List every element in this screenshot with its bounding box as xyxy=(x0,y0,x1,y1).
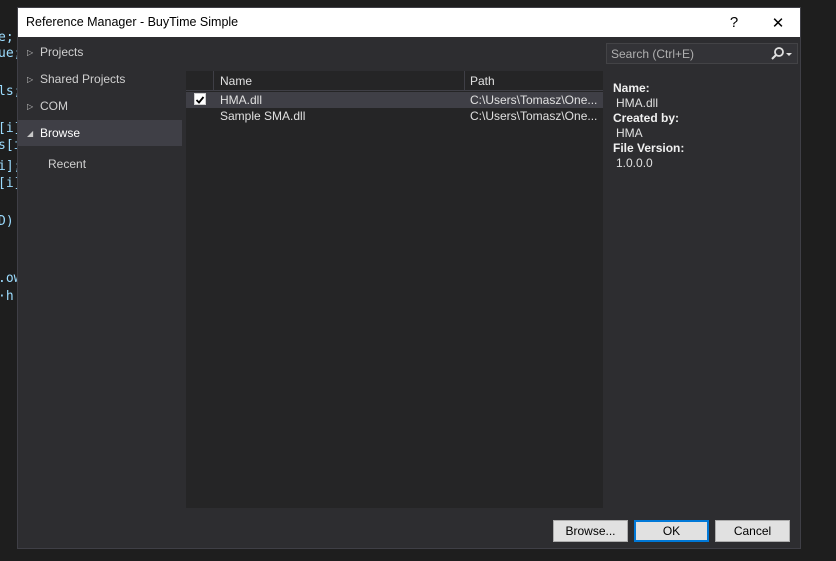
nav-item-projects[interactable]: ▷ Projects xyxy=(18,39,182,65)
expand-arrow-icon[interactable]: ▷ xyxy=(27,75,35,84)
nav-item-recent[interactable]: Recent xyxy=(48,157,86,171)
grid-header: Name Path xyxy=(186,71,603,91)
chevron-down-icon xyxy=(786,53,792,56)
close-button[interactable]: ✕ xyxy=(756,8,800,37)
created-by-label: Created by: xyxy=(613,111,680,125)
row-path: C:\Users\Tomasz\One... xyxy=(470,93,598,107)
expand-arrow-icon[interactable]: ▷ xyxy=(27,48,35,57)
reference-checkbox[interactable] xyxy=(194,93,206,105)
search-icon[interactable] xyxy=(767,45,795,63)
row-name: Sample SMA.dll xyxy=(220,109,306,123)
code-line: D) xyxy=(0,214,14,229)
collapse-arrow-icon[interactable]: ◢ xyxy=(27,129,35,138)
row-name: HMA.dll xyxy=(220,93,263,107)
nav-item-browse[interactable]: ◢ Browse xyxy=(18,120,182,146)
column-divider[interactable] xyxy=(464,71,465,91)
category-nav: ▷ Projects ▷ Shared Projects ▷ COM ◢ Bro… xyxy=(18,37,186,515)
code-line: ·h xyxy=(0,289,14,304)
expand-arrow-icon[interactable]: ▷ xyxy=(27,102,35,111)
name-label: Name: xyxy=(613,81,650,95)
row-path: C:\Users\Tomasz\One... xyxy=(470,109,598,123)
browse-button[interactable]: Browse... xyxy=(553,520,628,542)
cancel-button[interactable]: Cancel xyxy=(715,520,790,542)
title-bar[interactable]: Reference Manager - BuyTime Simple ? ✕ xyxy=(18,8,800,37)
help-button[interactable]: ? xyxy=(712,8,756,37)
nav-item-label: Browse xyxy=(40,126,81,140)
file-version-label: File Version: xyxy=(613,141,685,155)
table-row[interactable]: HMA.dll C:\Users\Tomasz\One... xyxy=(186,92,603,108)
nav-item-com[interactable]: ▷ COM xyxy=(18,93,182,119)
reference-manager-dialog: Reference Manager - BuyTime Simple ? ✕ ▷… xyxy=(17,7,801,549)
reference-list[interactable]: Name Path HMA.dll C:\Users\Tomasz\One...… xyxy=(186,71,603,508)
nav-item-shared-projects[interactable]: ▷ Shared Projects xyxy=(18,66,182,92)
created-by-value: HMA xyxy=(616,126,643,140)
nav-item-label: Shared Projects xyxy=(40,72,126,86)
nav-item-label: COM xyxy=(40,99,68,113)
column-divider xyxy=(213,71,214,91)
column-header-name[interactable]: Name xyxy=(220,74,252,88)
search-input[interactable]: Search (Ctrl+E) xyxy=(611,47,694,61)
name-value: HMA.dll xyxy=(616,96,659,110)
checkmark-icon xyxy=(195,96,205,104)
code-line: e; xyxy=(0,30,14,45)
search-box[interactable]: Search (Ctrl+E) xyxy=(606,43,798,64)
column-header-path[interactable]: Path xyxy=(470,74,495,88)
dialog-title: Reference Manager - BuyTime Simple xyxy=(26,15,239,29)
ok-button[interactable]: OK xyxy=(634,520,709,542)
dialog-footer: Browse... OK Cancel xyxy=(18,515,800,548)
nav-item-label: Projects xyxy=(40,45,84,59)
table-row[interactable]: Sample SMA.dll C:\Users\Tomasz\One... xyxy=(186,108,603,124)
file-version-value: 1.0.0.0 xyxy=(616,156,653,170)
